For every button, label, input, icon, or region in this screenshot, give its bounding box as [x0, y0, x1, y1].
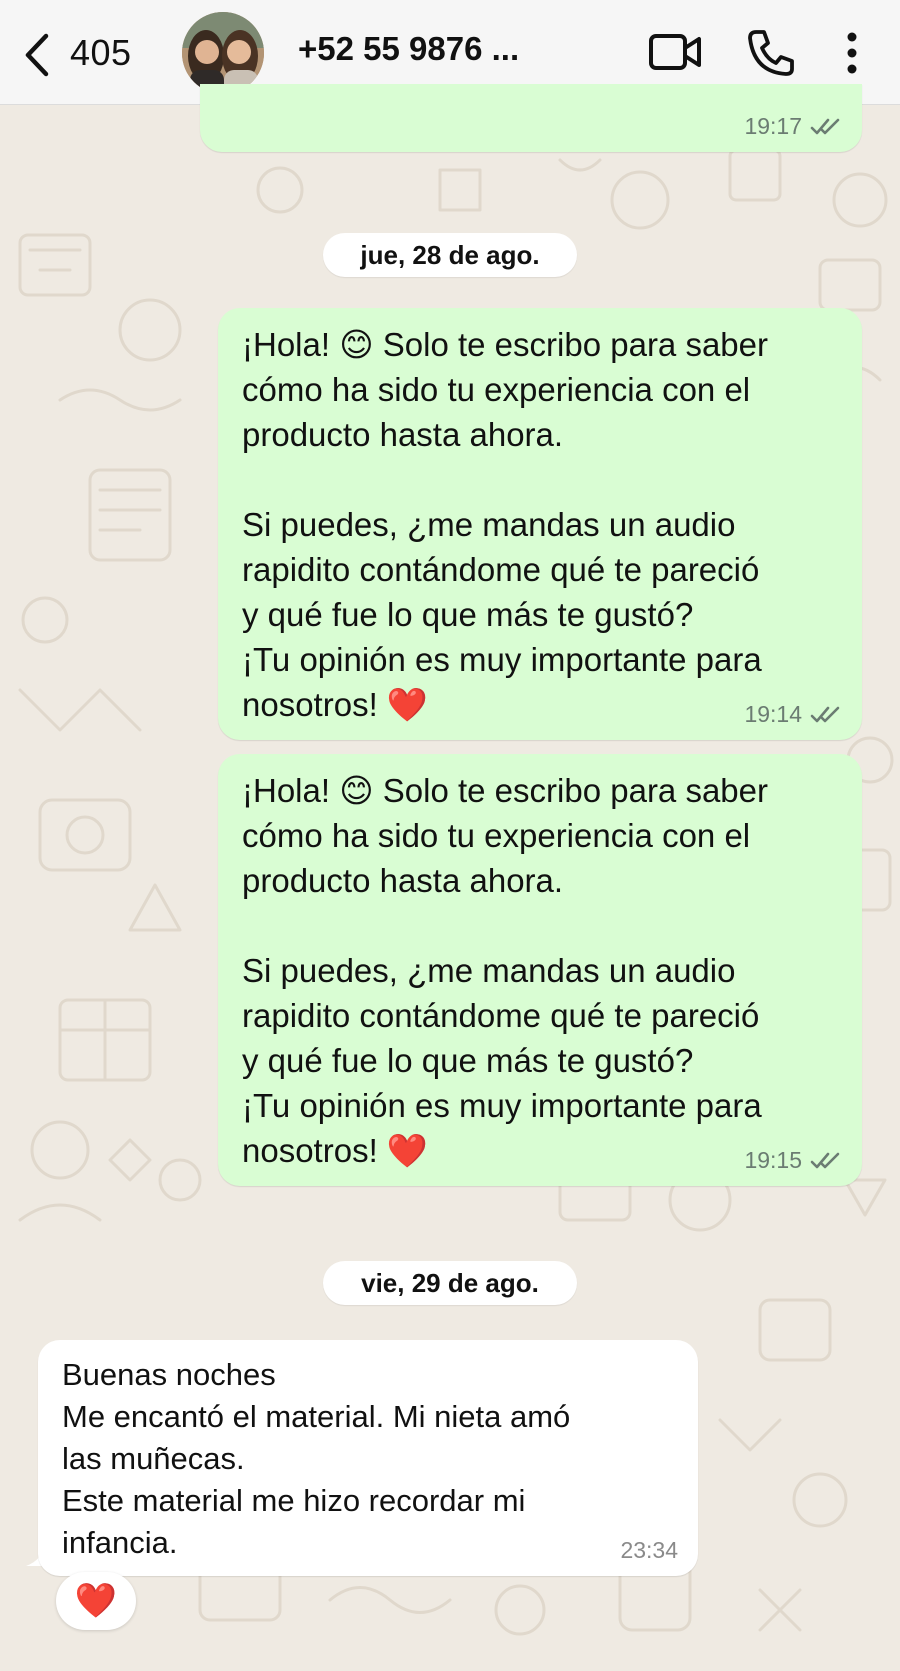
- date-separator: jue, 28 de ago.: [323, 233, 577, 277]
- video-call-button[interactable]: [648, 28, 702, 81]
- avatar-photo: [182, 12, 264, 94]
- message-text: Buenas noches Me encantó el material. Mi…: [62, 1357, 571, 1560]
- voice-call-button[interactable]: [746, 28, 796, 83]
- message-meta: 19:14: [744, 701, 842, 728]
- red-heart-emoji: ❤️: [386, 686, 429, 723]
- contact-avatar[interactable]: [182, 12, 264, 94]
- message-bubble-outgoing[interactable]: 19:17: [200, 84, 862, 152]
- message-text-part: ¡Hola!: [242, 772, 340, 809]
- message-text-part: Solo te escribo para saber: [373, 326, 768, 363]
- chevron-left-icon: [25, 33, 49, 77]
- red-heart-emoji: ❤️: [386, 1132, 429, 1169]
- message-text-part: cómo ha sido tu experiencia con el produ…: [242, 817, 762, 1169]
- double-check-icon: [810, 118, 840, 134]
- vertical-dots-icon: [847, 32, 857, 74]
- message-reaction[interactable]: ❤️: [56, 1572, 136, 1630]
- smiling-face-emoji: 😊: [339, 772, 374, 809]
- message-text: ¡Hola! 😊 Solo te escribo para saber cómo…: [242, 322, 838, 727]
- contact-name[interactable]: +52 55 9876 ...: [298, 30, 519, 68]
- message-text-part: cómo ha sido tu experiencia con el produ…: [242, 371, 762, 723]
- double-check-icon: [810, 1152, 840, 1168]
- unread-count: 405: [70, 32, 132, 73]
- message-bubble-outgoing[interactable]: ¡Hola! 😊 Solo te escribo para saber cómo…: [218, 308, 862, 740]
- phone-icon: [748, 30, 794, 76]
- double-check-icon: [810, 706, 840, 722]
- smiling-face-emoji: 😊: [339, 326, 374, 363]
- message-text-part: Solo te escribo para saber: [373, 772, 768, 809]
- video-camera-icon: [649, 34, 701, 70]
- date-separator: vie, 29 de ago.: [323, 1261, 577, 1305]
- back-button[interactable]: 405: [18, 26, 168, 82]
- message-text: ¡Hola! 😊 Solo te escribo para saber cómo…: [242, 768, 838, 1173]
- red-heart-emoji: ❤️: [74, 1582, 118, 1620]
- message-time: 19:17: [744, 113, 802, 139]
- message-bubble-outgoing[interactable]: ¡Hola! 😊 Solo te escribo para saber cómo…: [218, 754, 862, 1186]
- message-meta: 19:15: [744, 1147, 842, 1174]
- more-options-button[interactable]: [842, 30, 862, 81]
- message-time: 23:34: [620, 1537, 678, 1563]
- message-time: 19:14: [744, 701, 802, 727]
- message-text-part: ¡Hola!: [242, 326, 340, 363]
- message-time: 19:15: [744, 1147, 802, 1173]
- message-bubble-incoming[interactable]: Buenas noches Me encantó el material. Mi…: [38, 1340, 698, 1576]
- message-meta: 19:17: [744, 113, 842, 140]
- message-meta: 23:34: [620, 1537, 678, 1564]
